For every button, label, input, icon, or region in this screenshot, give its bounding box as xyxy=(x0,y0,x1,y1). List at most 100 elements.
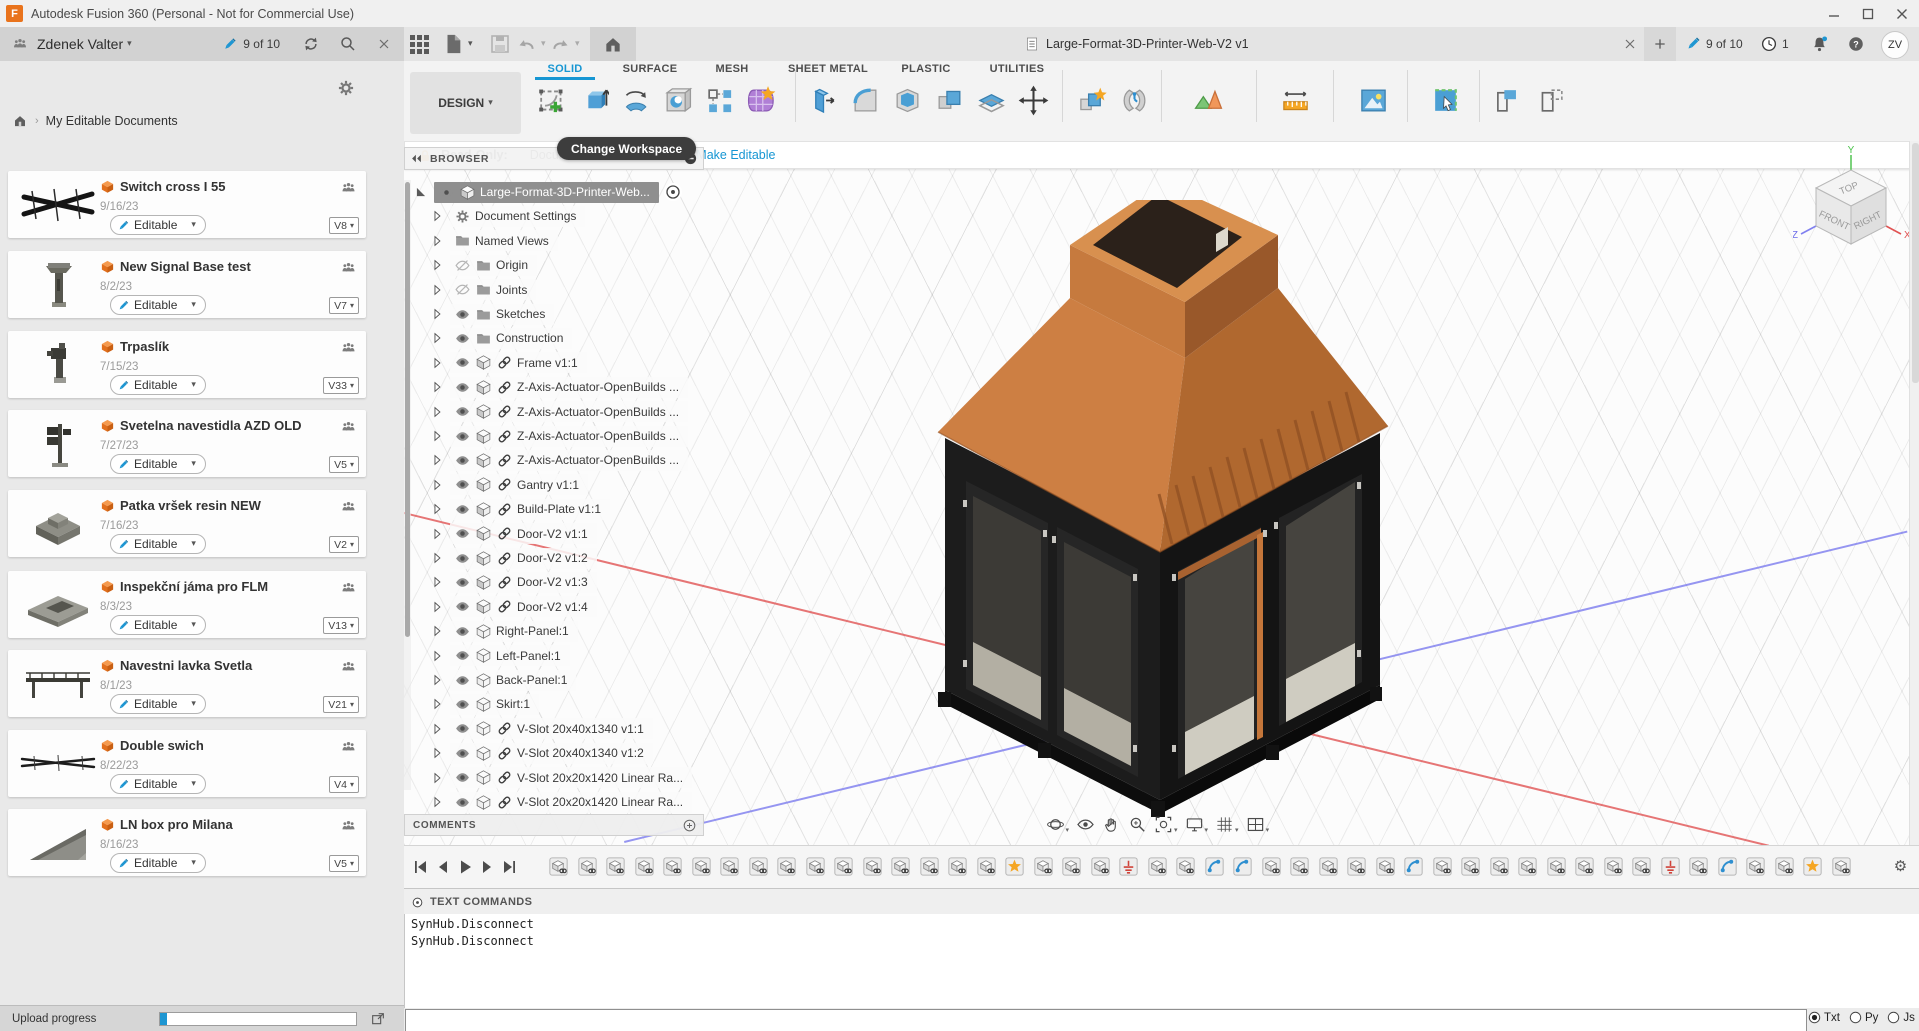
tree-row[interactable]: Z-Axis-Actuator-OpenBuilds ... xyxy=(414,400,688,424)
tree-item[interactable]: Left-Panel:1 xyxy=(450,645,570,666)
app-grid-icon[interactable] xyxy=(407,32,431,56)
timeline-feature-comp[interactable] xyxy=(692,857,711,876)
breadcrumb-label[interactable]: My Editable Documents xyxy=(46,114,178,128)
expand-arrow-icon[interactable] xyxy=(430,234,444,248)
timeline-feature-comp[interactable] xyxy=(1490,857,1509,876)
zoom-icon[interactable] xyxy=(1128,815,1147,834)
version-dropdown[interactable]: V5▾ xyxy=(329,855,359,872)
shell-button[interactable] xyxy=(888,78,926,122)
home-icon[interactable] xyxy=(12,113,28,128)
tree-row[interactable]: Frame v1:1 xyxy=(414,351,587,375)
hole-button[interactable] xyxy=(658,78,696,122)
eye-icon[interactable] xyxy=(454,574,471,591)
document-card[interactable]: Navestni lavka Svetla8/1/23Editable▾V21▾ xyxy=(8,650,366,717)
timeline-feature-comp[interactable] xyxy=(606,857,625,876)
pan-icon[interactable] xyxy=(1102,815,1121,834)
press-pull-button[interactable] xyxy=(804,78,842,122)
expand-arrow-icon[interactable] xyxy=(430,673,444,687)
tree-item[interactable]: Door-V2 v1:3 xyxy=(450,572,597,593)
version-dropdown[interactable]: V5▾ xyxy=(329,456,359,473)
timeline-feature-joint[interactable] xyxy=(1718,857,1737,876)
tree-row[interactable]: Door-V2 v1:3 xyxy=(414,570,597,594)
timeline-feature-comp[interactable] xyxy=(1575,857,1594,876)
expand-arrow-icon[interactable] xyxy=(430,746,444,760)
tree-row[interactable]: Joints xyxy=(414,278,536,302)
timeline-feature-comp[interactable] xyxy=(1319,857,1338,876)
offset-button[interactable] xyxy=(972,78,1010,122)
timeline-feature-comp[interactable] xyxy=(578,857,597,876)
command-input[interactable] xyxy=(405,1009,1807,1031)
editable-status-dropdown[interactable]: Editable▾ xyxy=(110,615,206,635)
editable-status-dropdown[interactable]: Editable▾ xyxy=(110,534,206,554)
viewport-3d[interactable]: Read-Only: Document is not editable Make… xyxy=(404,141,1919,845)
notifications-bell-icon[interactable] xyxy=(1810,34,1829,54)
tree-item[interactable]: Frame v1:1 xyxy=(450,352,587,373)
expand-arrow-icon[interactable] xyxy=(430,356,444,370)
timeline-feature-comp[interactable] xyxy=(1376,857,1395,876)
mode-radio-txt[interactable]: Txt xyxy=(1808,1011,1840,1024)
editable-status-dropdown[interactable]: Editable▾ xyxy=(110,295,206,315)
close-panel-icon[interactable] xyxy=(376,36,392,52)
home-workspace-button[interactable] xyxy=(590,27,636,61)
tree-row[interactable]: Door-V2 v1:1 xyxy=(414,522,597,546)
create-sketch-button[interactable] xyxy=(532,78,570,122)
timeline-feature-comp[interactable] xyxy=(834,857,853,876)
timeline-feature-comp[interactable] xyxy=(1290,857,1309,876)
eye-icon[interactable] xyxy=(454,647,471,664)
expand-arrow-icon[interactable] xyxy=(430,527,444,541)
timeline-feature-comp[interactable] xyxy=(1062,857,1081,876)
tree-item[interactable]: Z-Axis-Actuator-OpenBuilds ... xyxy=(450,401,688,422)
version-dropdown[interactable]: V8▾ xyxy=(329,217,359,234)
timeline-feature-comp[interactable] xyxy=(1148,857,1167,876)
timeline-feature-comp[interactable] xyxy=(1518,857,1537,876)
add-comment-icon[interactable] xyxy=(682,818,697,833)
step-back-button[interactable] xyxy=(432,857,454,877)
timeline-feature-comp[interactable] xyxy=(663,857,682,876)
timeline-feature-star[interactable] xyxy=(1005,857,1024,876)
editable-status-dropdown[interactable]: Editable▾ xyxy=(110,375,206,395)
timeline-feature-comp[interactable] xyxy=(1433,857,1452,876)
document-title[interactable]: Patka vršek resin NEW xyxy=(120,498,261,513)
fit-icon[interactable]: ▾ xyxy=(1154,815,1178,834)
timeline-feature-joint[interactable] xyxy=(1233,857,1252,876)
timeline-settings-gear-icon[interactable]: ⚙ xyxy=(1892,858,1909,875)
tree-row[interactable]: Right-Panel:1 xyxy=(414,619,578,643)
tree-item[interactable]: Build-Plate v1:1 xyxy=(450,499,610,520)
editable-status-dropdown[interactable]: Editable▾ xyxy=(110,694,206,714)
tree-item[interactable]: Sketches xyxy=(450,304,554,325)
editable-status-dropdown[interactable]: Editable▾ xyxy=(110,774,206,794)
document-card[interactable]: Inspekční jáma pro FLM8/3/23Editable▾V13… xyxy=(8,571,366,638)
eye-off-icon[interactable] xyxy=(454,257,471,274)
timeline-feature-joint[interactable] xyxy=(1205,857,1224,876)
timeline-feature-comp[interactable] xyxy=(1632,857,1651,876)
tree-row[interactable]: Z-Axis-Actuator-OpenBuilds ... xyxy=(414,448,688,472)
expand-arrow-icon[interactable] xyxy=(430,429,444,443)
tree-row[interactable]: Build-Plate v1:1 xyxy=(414,497,610,521)
document-card[interactable]: Switch cross I 559/16/23Editable▾V8▾ xyxy=(8,171,366,238)
search-icon[interactable] xyxy=(339,35,357,53)
measure-button[interactable] xyxy=(1276,78,1314,122)
eye-icon[interactable] xyxy=(454,769,471,786)
expand-arrow-icon[interactable] xyxy=(430,307,444,321)
expand-arrow-icon[interactable] xyxy=(430,502,444,516)
timeline-feature-comp[interactable] xyxy=(1832,857,1851,876)
close-tab-icon[interactable] xyxy=(1622,36,1638,52)
tree-item[interactable]: Origin xyxy=(450,255,537,276)
expand-arrow-icon[interactable] xyxy=(430,575,444,589)
display-settings-icon[interactable]: ▾ xyxy=(1185,815,1209,834)
skip-start-button[interactable] xyxy=(410,857,432,877)
timeline-feature-comp[interactable] xyxy=(891,857,910,876)
tree-item[interactable]: Z-Axis-Actuator-OpenBuilds ... xyxy=(450,450,688,471)
ribbon-tab-solid[interactable]: SOLID xyxy=(547,63,582,75)
tree-item[interactable]: Construction xyxy=(450,328,572,349)
fillet-button[interactable] xyxy=(846,78,884,122)
document-card[interactable]: New Signal Base test8/2/23Editable▾V7▾ xyxy=(8,251,366,318)
eye-icon[interactable] xyxy=(454,623,471,640)
expand-arrow-icon[interactable] xyxy=(430,453,444,467)
form-button[interactable] xyxy=(742,78,780,122)
user-menu[interactable]: Zdenek Valter xyxy=(37,36,123,52)
version-dropdown[interactable]: V2▾ xyxy=(329,536,359,553)
timeline-feature-comp[interactable] xyxy=(1547,857,1566,876)
expand-arrow-icon[interactable] xyxy=(430,478,444,492)
tree-row[interactable]: Left-Panel:1 xyxy=(414,644,570,668)
